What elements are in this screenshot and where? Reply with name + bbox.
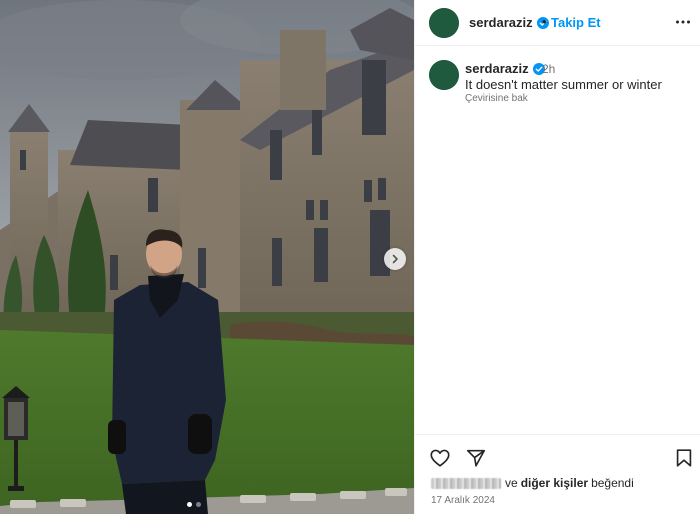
caption-avatar[interactable] [429, 60, 459, 90]
avatar[interactable] [429, 8, 459, 38]
profile-picture [429, 8, 459, 38]
likes-others[interactable]: diğer kişiler [521, 476, 588, 490]
username-link[interactable]: serdaraziz [469, 15, 549, 30]
caption-username-link[interactable]: serdaraziz [465, 61, 545, 76]
like-button[interactable] [429, 447, 451, 469]
post-photo[interactable] [0, 0, 414, 514]
send-icon [466, 449, 486, 467]
follow-separator: • [542, 14, 547, 29]
caption-text: It doesn't matter summer or winter [465, 77, 662, 92]
carousel-indicator [187, 502, 201, 507]
post-actions: ve diğer kişiler beğendi 17 Aralık 2024 [415, 434, 700, 514]
username-label: serdaraziz [469, 15, 533, 30]
likes-summary[interactable]: ve diğer kişiler beğendi [431, 476, 634, 490]
post-date[interactable]: 17 Aralık 2024 [431, 495, 495, 506]
profile-picture [429, 60, 459, 90]
likes-connector: ve [505, 476, 518, 490]
chevron-right-icon [392, 254, 398, 264]
post-sidebar: serdaraziz • Takip Et serdaraziz 2h It d… [414, 0, 700, 514]
heart-icon [430, 449, 450, 467]
see-translation-link[interactable]: Çevirisine bak [465, 93, 528, 104]
post-time[interactable]: 2h [542, 62, 555, 76]
likes-tail: beğendi [591, 476, 634, 490]
caption-username-label: serdaraziz [465, 61, 529, 76]
castle-photo-image [0, 0, 414, 514]
save-button[interactable] [673, 447, 695, 469]
blurred-liker-name [431, 477, 501, 489]
carousel-next-button[interactable] [384, 248, 406, 270]
bookmark-icon [676, 449, 692, 467]
follow-button[interactable]: Takip Et [551, 15, 601, 30]
share-button[interactable] [465, 447, 487, 469]
post-header: serdaraziz • Takip Et [415, 0, 700, 46]
carousel-dot-active [187, 502, 192, 507]
more-horizontal-icon[interactable] [675, 14, 691, 30]
carousel-dot [196, 502, 201, 507]
